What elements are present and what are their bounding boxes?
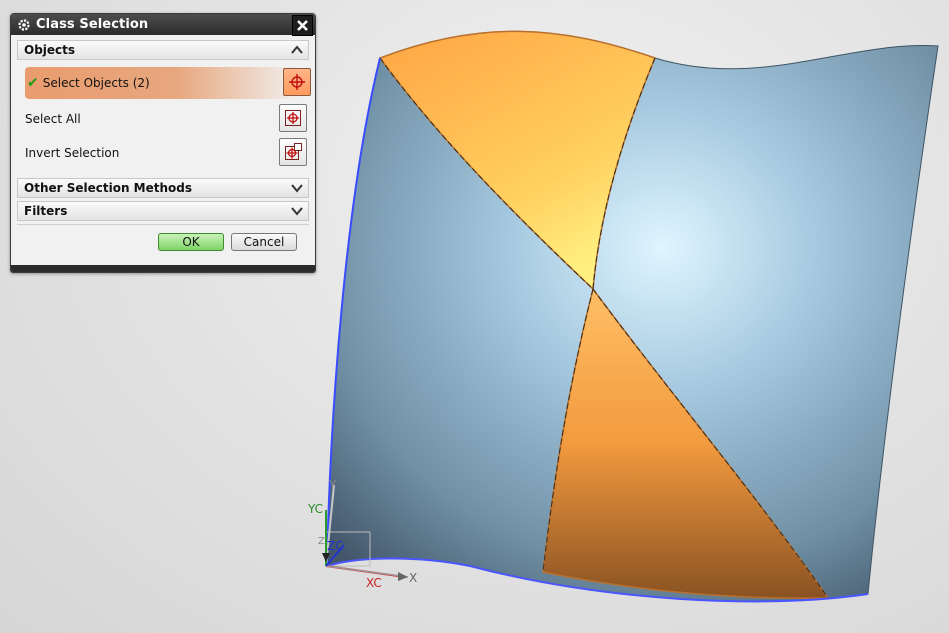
cancel-button[interactable]: Cancel (231, 233, 297, 251)
chevron-down-icon[interactable] (289, 180, 305, 196)
dialog-title: Class Selection (36, 17, 149, 32)
invert-selection-label: Invert Selection (25, 146, 120, 160)
triad-label-zc: ZC (327, 539, 344, 553)
section-other-methods-header[interactable]: Other Selection Methods (17, 178, 309, 198)
triad-label-y: Y (329, 478, 337, 492)
section-filters-header[interactable]: Filters (17, 201, 309, 221)
close-icon[interactable] (292, 15, 313, 36)
triad-label-xc: XC (366, 576, 382, 590)
section-filters-label: Filters (24, 204, 68, 218)
gear-icon[interactable] (16, 17, 32, 33)
crosshair-icon (289, 74, 305, 90)
select-objects-row[interactable]: ✔ Select Objects (2) (25, 67, 311, 99)
triad-label-x: X (409, 571, 418, 585)
dialog-titlebar[interactable]: Class Selection (11, 14, 315, 36)
invert-selection-button[interactable] (279, 138, 307, 166)
crosshair-icon (285, 110, 301, 126)
select-all-row[interactable]: Select All (25, 103, 311, 135)
select-objects-label: Select Objects (2) (42, 76, 150, 90)
invert-selection-row[interactable]: Invert Selection (25, 137, 311, 169)
crosshair-icon (285, 143, 302, 160)
triad-label-yc: YC (308, 502, 324, 516)
check-icon: ✔ (27, 75, 39, 91)
triad-label-z: Z (318, 536, 325, 547)
dialog-bottom-bar (11, 265, 315, 272)
chevron-down-icon[interactable] (289, 203, 305, 219)
class-selection-dialog: Class Selection Objects ✔ Select Objects… (10, 13, 316, 273)
select-all-label: Select All (25, 112, 81, 126)
section-objects-header[interactable]: Objects (17, 40, 309, 60)
select-objects-button[interactable] (283, 68, 311, 96)
select-all-button[interactable] (279, 104, 307, 132)
ok-button[interactable]: OK (158, 233, 224, 251)
section-other-methods-label: Other Selection Methods (24, 181, 193, 195)
divider (17, 224, 309, 225)
section-objects-label: Objects (24, 43, 76, 57)
chevron-up-icon[interactable] (289, 42, 305, 58)
